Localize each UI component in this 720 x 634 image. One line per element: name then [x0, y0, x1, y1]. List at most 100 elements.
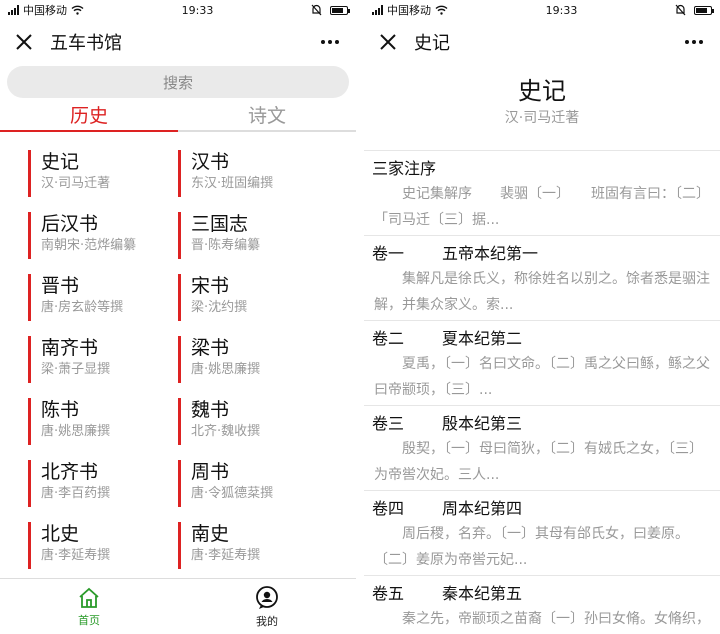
book-author: 晋·陈寿编纂 — [191, 238, 261, 253]
book-name: 三国志 — [191, 213, 249, 235]
book-author: 梁·沈约撰 — [191, 300, 248, 315]
chapter-name: 夏本纪第二 — [442, 329, 523, 348]
book-item[interactable]: 史记 汉·司马迁著 — [28, 150, 178, 197]
book-author: 北齐·魏收撰 — [191, 424, 261, 439]
more-button[interactable] — [318, 30, 342, 54]
book-author: 唐·姚思廉撰 — [41, 424, 111, 439]
book-author: 唐·房玄龄等撰 — [41, 300, 124, 315]
chapter-name: 周本纪第四 — [442, 499, 523, 518]
chapter-item[interactable]: 卷四 周本纪第四 周后稷，名弃。〔一〕其母有邰氏女，曰姜原。〔二〕姜原为帝喾元妃.… — [364, 491, 720, 576]
book-item[interactable]: 陈书 唐·姚思廉撰 — [28, 398, 178, 445]
book-name: 南史 — [191, 523, 230, 545]
book-author: 汉·司马迁著 — [504, 110, 580, 126]
book-header: 史记 汉·司马迁著 — [364, 64, 720, 150]
chapter-excerpt: 夏禹，〔一〕名曰文命。〔二〕禹之父曰鲧，鲧之父曰帝颛顼，〔三〕... — [374, 356, 710, 398]
book-item[interactable]: 南齐书梁·萧子显撰 — [28, 336, 178, 383]
chapter-volume: 卷四 — [372, 499, 405, 518]
signal-icon — [8, 5, 19, 15]
book-list: 史记 汉·司马迁著 汉书 东汉·班固编撰 后汉书 南朝宋·范烨编纂 三国志晋·陈寿编纂… — [0, 132, 356, 569]
chapter-item[interactable]: 卷一 五帝本纪第一 集解凡是徐氏义，称徐姓名以别之。馀者悉是骃注解，并集众家义。索… — [364, 236, 720, 321]
chapter-item[interactable]: 三家注序 史记集解序 裴骃〔一〕 班固有言曰：〔二〕「司马迁〔三〕据... — [364, 151, 720, 236]
carrier-label: 中国移动 — [387, 4, 431, 17]
bottom-nav: 首页 我的 — [0, 578, 356, 634]
book-item[interactable]: 南史唐·李延寿撰 — [178, 522, 328, 569]
book-item[interactable]: 魏书北齐·魏收撰 — [178, 398, 328, 445]
mute-bell-icon — [675, 4, 686, 16]
close-icon — [380, 34, 396, 50]
chapter-volume: 卷五 — [372, 584, 405, 603]
dot-icon — [335, 40, 339, 44]
chapter-excerpt: 秦之先，帝颛顼之苗裔〔一〕孙曰女脩。女脩织，玄鸟陨卵，女脩吞之... — [402, 611, 710, 627]
more-button[interactable] — [682, 30, 706, 54]
user-chat-icon — [256, 585, 278, 609]
book-author: 唐·李延寿撰 — [191, 548, 261, 563]
book-author: 唐·李延寿撰 — [41, 548, 111, 563]
carrier-label: 中国移动 — [23, 4, 67, 17]
book-item[interactable]: 宋书梁·沈约撰 — [178, 274, 328, 321]
chapter-volume: 卷一 — [372, 244, 405, 263]
signal-icon — [372, 5, 383, 15]
home-screen: 中国移动 19:33 五车书馆 搜索 历史 诗文 史记 汉·司马迁著 汉书 东汉… — [0, 0, 356, 634]
chapter-name: 五帝本纪第一 — [442, 244, 539, 263]
chapter-item[interactable]: 卷五 秦本纪第五 秦之先，帝颛顼之苗裔〔一〕孙曰女脩。女脩织，玄鸟陨卵，女脩吞之.… — [364, 576, 720, 634]
chapter-excerpt: 殷契，〔一〕母曰简狄，〔二〕有娀氏之女，〔三〕为帝喾次妃。三人... — [374, 441, 703, 483]
category-tabs: 历史 诗文 — [0, 98, 356, 132]
book-item[interactable]: 北齐书 唐·李百药撰 — [28, 460, 178, 507]
book-item[interactable]: 梁书 唐·姚思廉撰 — [178, 336, 328, 383]
tab-poetry[interactable]: 诗文 — [178, 98, 356, 132]
close-button[interactable] — [12, 30, 36, 54]
chapter-volume: 三家注序 — [372, 159, 437, 178]
chapter-list: 三家注序 史记集解序 裴骃〔一〕 班固有言曰：〔二〕「司马迁〔三〕据... 卷一… — [364, 150, 720, 634]
chapter-excerpt: 集解凡是徐氏义，称徐姓名以别之。馀者悉是骃注解，并集众家义。索... — [374, 271, 710, 313]
book-author: 东汉·班固编撰 — [191, 176, 274, 191]
tab-history[interactable]: 历史 — [0, 98, 178, 132]
chapter-volume: 卷三 — [372, 414, 405, 433]
chapter-item[interactable]: 卷二 夏本纪第二 夏禹，〔一〕名曰文命。〔二〕禹之父曰鲧，鲧之父曰帝颛顼，〔三〕.… — [364, 321, 720, 406]
nav-mine-label: 我的 — [256, 614, 278, 628]
search-placeholder: 搜索 — [162, 73, 193, 92]
status-bar: 中国移动 19:33 — [364, 0, 720, 20]
book-name: 北史 — [41, 523, 80, 545]
dot-icon — [321, 40, 325, 44]
close-icon — [16, 34, 32, 50]
dot-icon — [699, 40, 703, 44]
book-item[interactable]: 北史唐·李延寿撰 — [28, 522, 178, 569]
book-item[interactable]: 汉书 东汉·班固编撰 — [178, 150, 328, 197]
book-author: 南朝宋·范烨编纂 — [41, 238, 137, 253]
close-button[interactable] — [376, 30, 400, 54]
page-title: 史记 — [414, 33, 450, 54]
book-name: 周书 — [191, 461, 230, 483]
book-name: 南齐书 — [41, 337, 99, 359]
book-author: 汉·司马迁著 — [41, 176, 111, 191]
book-item[interactable]: 晋书 唐·房玄龄等撰 — [28, 274, 178, 321]
chapter-excerpt: 周后稷，名弃。〔一〕其母有邰氏女，曰姜原。〔二〕姜原为帝喾元妃... — [374, 526, 689, 568]
book-item[interactable]: 周书唐·令狐德棻撰 — [178, 460, 328, 507]
nav-mine[interactable]: 我的 — [178, 579, 356, 634]
wifi-icon — [71, 5, 84, 15]
book-item[interactable]: 三国志晋·陈寿编纂 — [178, 212, 328, 259]
status-time: 19:33 — [545, 3, 578, 17]
battery-icon — [693, 5, 714, 15]
title-bar: 五车书馆 — [0, 20, 356, 64]
book-name: 宋书 — [191, 275, 230, 297]
nav-home[interactable]: 首页 — [0, 579, 178, 634]
book-name: 梁书 — [191, 337, 230, 359]
chapter-name: 殷本纪第三 — [442, 414, 523, 433]
book-title: 史记 — [518, 77, 566, 105]
book-author: 梁·萧子显撰 — [41, 362, 111, 377]
nav-home-label: 首页 — [78, 613, 100, 627]
dot-icon — [692, 40, 696, 44]
book-item[interactable]: 后汉书 南朝宋·范烨编纂 — [28, 212, 178, 259]
chapter-item[interactable]: 卷三 殷本纪第三 殷契，〔一〕母曰简狄，〔二〕有娀氏之女，〔三〕为帝喾次妃。三人.… — [364, 406, 720, 491]
mute-bell-icon — [311, 4, 322, 16]
screens: 中国移动 19:33 五车书馆 搜索 历史 诗文 史记 汉·司马迁著 汉书 东汉… — [0, 0, 720, 634]
wifi-icon — [435, 5, 448, 15]
book-author: 唐·令狐德棻撰 — [191, 486, 274, 501]
search-input[interactable]: 搜索 — [7, 66, 349, 98]
title-bar: 史记 — [364, 20, 720, 64]
chapter-volume: 卷二 — [372, 329, 405, 348]
book-name: 北齐书 — [41, 461, 99, 483]
battery-icon — [329, 5, 350, 15]
book-name: 魏书 — [191, 399, 230, 421]
home-icon — [79, 587, 99, 608]
